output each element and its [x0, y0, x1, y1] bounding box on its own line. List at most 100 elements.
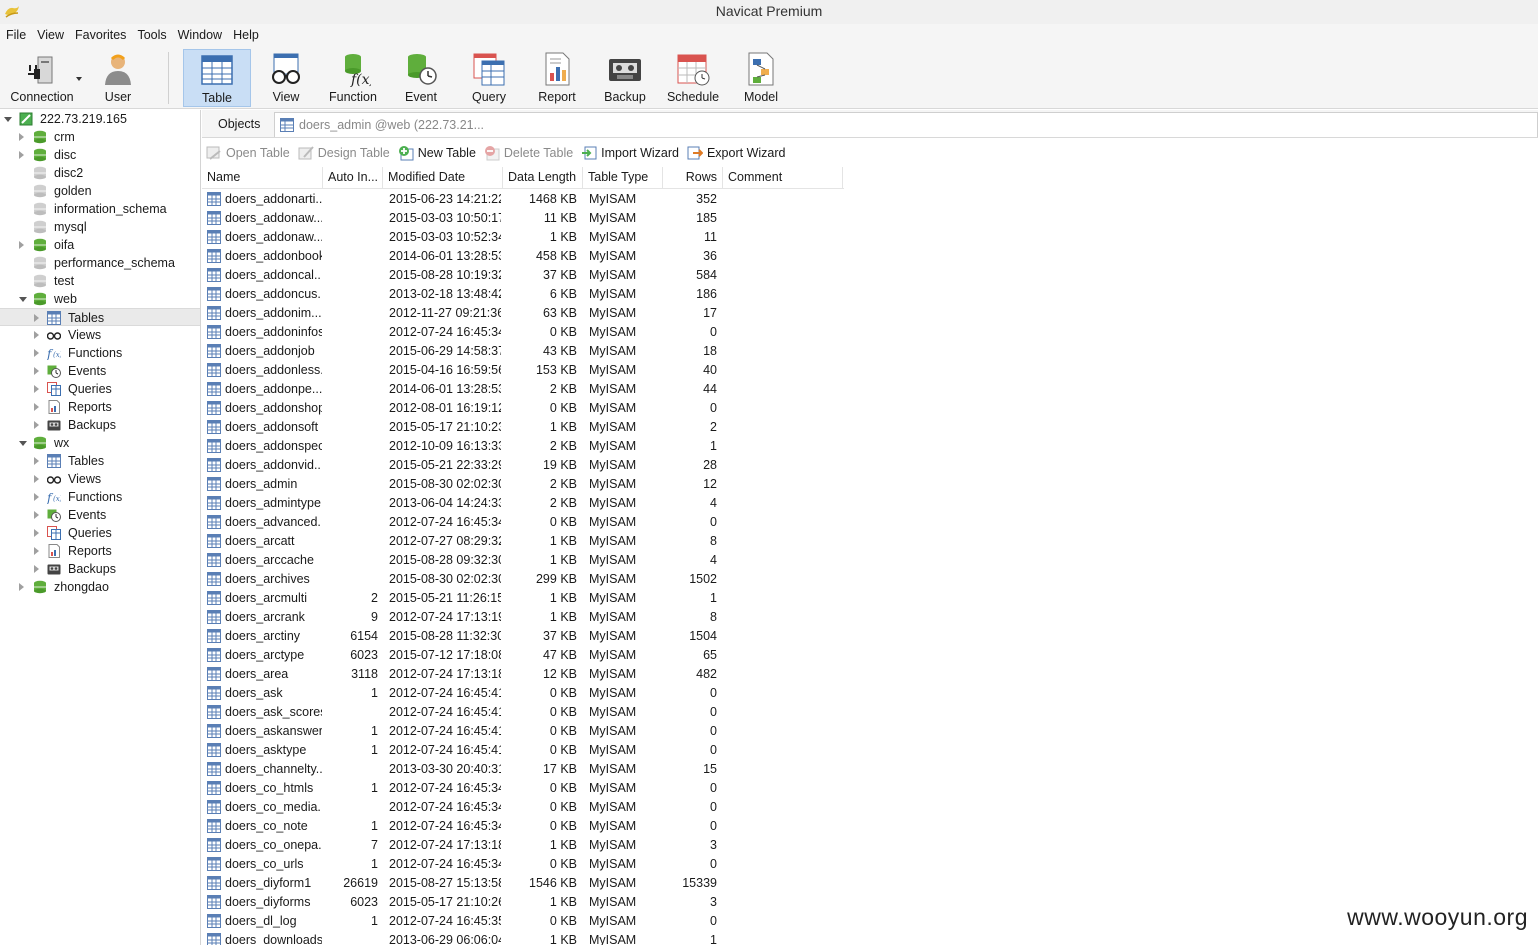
collapsed-arrow-icon[interactable]: [34, 529, 39, 537]
table-row[interactable]: doers_addonaw... 2015-03-03 10:52:34 1 KB M…: [202, 228, 844, 247]
table-row[interactable]: doers_addonbook 2014-06-01 13:28:53 458 KB…: [202, 247, 844, 266]
table-row[interactable]: doers_addonjob 2015-06-29 14:58:37 43 KB My…: [202, 342, 844, 361]
collapsed-arrow-icon[interactable]: [34, 565, 39, 573]
report-button[interactable]: Report: [528, 49, 586, 107]
menu-window[interactable]: Window: [172, 28, 227, 42]
table-row[interactable]: doers_arctiny 6154 2015-08-28 11:32:30 37 K…: [202, 627, 844, 646]
table-row[interactable]: doers_admintype 2013-06-04 14:24:33 2 KB My…: [202, 494, 844, 513]
expanded-arrow-icon[interactable]: [4, 117, 12, 122]
table-row[interactable]: doers_addonarti... 2015-06-23 14:21:22 146…: [202, 190, 844, 209]
table-row[interactable]: doers_addonspec 2012-10-09 16:13:33 2 KB My…: [202, 437, 844, 456]
event-button[interactable]: Event: [392, 49, 450, 107]
collapsed-arrow-icon[interactable]: [34, 421, 39, 429]
table-row[interactable]: doers_area 3118 2012-07-24 17:13:18 12 KB My…: [202, 665, 844, 684]
collapsed-arrow-icon[interactable]: [34, 547, 39, 555]
tree-wx-reports[interactable]: Reports: [0, 542, 200, 560]
user-button[interactable]: User: [90, 49, 146, 107]
table-row[interactable]: doers_co_note 1 2012-07-24 16:45:34 0 KB MyI…: [202, 817, 844, 836]
tree-web-backups[interactable]: Backups: [0, 416, 200, 434]
tree-database-crm[interactable]: crm: [0, 128, 200, 146]
tab-doers-admin[interactable]: doers_admin @web (222.73.21...: [274, 112, 1538, 137]
table-row[interactable]: doers_co_onepa... 7 2012-07-24 17:13:18 1 K…: [202, 836, 844, 855]
column-header-name[interactable]: Name: [202, 167, 323, 189]
table-row[interactable]: doers_asktype 1 2012-07-24 16:45:41 0 KB MyI…: [202, 741, 844, 760]
table-row[interactable]: doers_admin 2015-08-30 02:02:30 2 KB MyISAM…: [202, 475, 844, 494]
table-row[interactable]: doers_askanswer 1 2012-07-24 16:45:41 0 KB M…: [202, 722, 844, 741]
table-button[interactable]: Table: [183, 49, 251, 107]
collapsed-arrow-icon[interactable]: [34, 403, 39, 411]
connection-button[interactable]: Connection: [4, 49, 82, 107]
column-header-modified-date[interactable]: Modified Date: [383, 167, 503, 189]
menu-tools[interactable]: Tools: [131, 28, 171, 42]
tree-database-web[interactable]: web: [0, 290, 200, 308]
tree-connection[interactable]: 222.73.219.165: [0, 110, 200, 128]
collapsed-arrow-icon[interactable]: [19, 241, 24, 249]
tree-wx-functions[interactable]: f(x) Functions: [0, 488, 200, 506]
table-row[interactable]: doers_ask 1 2012-07-24 16:45:41 0 KB MyISAM 0: [202, 684, 844, 703]
table-row[interactable]: doers_arcatt 2012-07-27 08:29:32 1 KB MyISA…: [202, 532, 844, 551]
tree-wx-backups[interactable]: Backups: [0, 560, 200, 578]
table-row[interactable]: doers_arcrank 9 2012-07-24 17:13:19 1 KB MyI…: [202, 608, 844, 627]
table-row[interactable]: doers_addonim... 2012-11-27 09:21:36 63 KB…: [202, 304, 844, 323]
table-row[interactable]: doers_advanced... 2012-07-24 16:45:34 0 KB…: [202, 513, 844, 532]
function-button[interactable]: f(x) Function: [322, 49, 384, 107]
tree-database-golden[interactable]: golden: [0, 182, 200, 200]
tree-wx-tables[interactable]: Tables: [0, 452, 200, 470]
collapsed-arrow-icon[interactable]: [34, 349, 39, 357]
column-header-table-type[interactable]: Table Type: [583, 167, 663, 189]
tree-web-functions[interactable]: f(x) Functions: [0, 344, 200, 362]
column-header-rows[interactable]: Rows: [663, 167, 723, 189]
collapsed-arrow-icon[interactable]: [34, 367, 39, 375]
collapsed-arrow-icon[interactable]: [34, 385, 39, 393]
table-row[interactable]: doers_co_urls 1 2012-07-24 16:45:34 0 KB MyI…: [202, 855, 844, 874]
tree-web-reports[interactable]: Reports: [0, 398, 200, 416]
tree-database-oifa[interactable]: oifa: [0, 236, 200, 254]
collapsed-arrow-icon[interactable]: [19, 133, 24, 141]
column-header-comment[interactable]: Comment: [723, 167, 843, 189]
collapsed-arrow-icon[interactable]: [34, 331, 39, 339]
backup-button[interactable]: Backup: [596, 49, 654, 107]
tree-wx-views[interactable]: Views: [0, 470, 200, 488]
schedule-button[interactable]: Schedule: [664, 49, 722, 107]
tree-wx-events[interactable]: Events: [0, 506, 200, 524]
column-header-data-length[interactable]: Data Length: [503, 167, 583, 189]
collapsed-arrow-icon[interactable]: [19, 583, 24, 591]
table-row[interactable]: doers_downloads 2013-06-29 06:06:04 1 KB My…: [202, 931, 844, 945]
expanded-arrow-icon[interactable]: [19, 441, 27, 446]
tree-database-disc2[interactable]: disc2: [0, 164, 200, 182]
tree-database-disc[interactable]: disc: [0, 146, 200, 164]
new-table-button[interactable]: New Table: [398, 145, 476, 161]
collapsed-arrow-icon[interactable]: [34, 475, 39, 483]
collapsed-arrow-icon[interactable]: [34, 511, 39, 519]
table-row[interactable]: doers_addonless... 2015-04-16 16:59:56 153…: [202, 361, 844, 380]
menu-favorites[interactable]: Favorites: [69, 28, 131, 42]
delete-table-button[interactable]: Delete Table: [484, 145, 573, 161]
collapsed-arrow-icon[interactable]: [34, 314, 39, 322]
table-row[interactable]: doers_addonsoft 2015-05-17 21:10:23 1 KB My…: [202, 418, 844, 437]
table-row[interactable]: doers_arcmulti 2 2015-05-21 11:26:15 1 KB My…: [202, 589, 844, 608]
table-row[interactable]: doers_co_htmls 1 2012-07-24 16:45:34 0 KB My…: [202, 779, 844, 798]
tree-web-events[interactable]: Events: [0, 362, 200, 380]
tree-web-views[interactable]: Views: [0, 326, 200, 344]
open-table-button[interactable]: Open Table: [206, 145, 290, 161]
table-row[interactable]: doers_diyform1 26619 2015-08-27 15:13:58 15…: [202, 874, 844, 893]
menu-view[interactable]: View: [31, 28, 69, 42]
table-row[interactable]: doers_addoncus... 2013-02-18 13:48:42 6 KB…: [202, 285, 844, 304]
table-row[interactable]: doers_arctype 6023 2015-07-12 17:18:08 47 K…: [202, 646, 844, 665]
table-row[interactable]: doers_ask_scores 2012-07-24 16:45:41 0 KB M…: [202, 703, 844, 722]
table-row[interactable]: doers_channelty... 2013-03-30 20:40:31 17 …: [202, 760, 844, 779]
design-table-button[interactable]: Design Table: [298, 145, 390, 161]
table-row[interactable]: doers_arccache 2015-08-28 09:32:30 1 KB MyI…: [202, 551, 844, 570]
tree-database-performance-schema[interactable]: performance_schema: [0, 254, 200, 272]
model-button[interactable]: Model: [732, 49, 790, 107]
column-header-auto-increment[interactable]: Auto In...: [323, 167, 383, 189]
query-button[interactable]: Query: [460, 49, 518, 107]
import-wizard-button[interactable]: Import Wizard: [581, 145, 679, 161]
tree-database-wx[interactable]: wx: [0, 434, 200, 452]
tree-web-queries[interactable]: Queries: [0, 380, 200, 398]
table-row[interactable]: doers_addonaw... 2015-03-03 10:50:17 11 KB…: [202, 209, 844, 228]
table-row[interactable]: doers_addoninfos 2012-07-24 16:45:34 0 KB M…: [202, 323, 844, 342]
view-button[interactable]: View: [256, 49, 316, 107]
collapsed-arrow-icon[interactable]: [34, 457, 39, 465]
tree-database-information-schema[interactable]: information_schema: [0, 200, 200, 218]
